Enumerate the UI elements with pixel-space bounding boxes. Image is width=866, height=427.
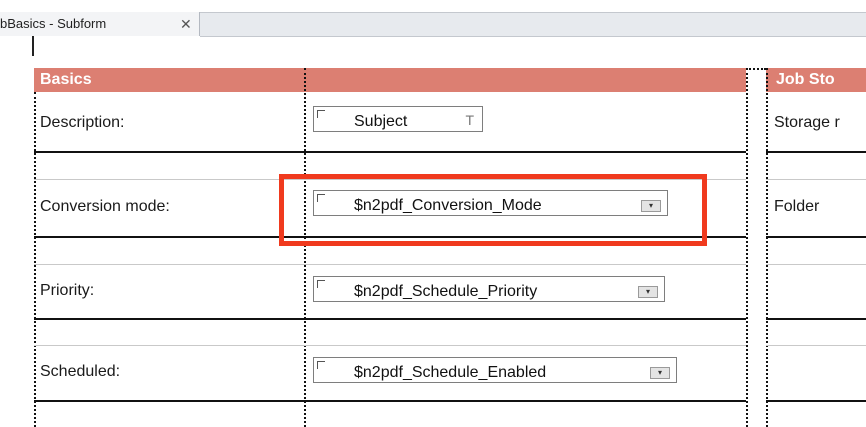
job-storage-section-header: Job Sto xyxy=(766,68,866,92)
conversion-mode-label: Conversion mode: xyxy=(40,198,170,215)
tab-strip-empty-area xyxy=(200,12,866,37)
row-divider xyxy=(34,151,746,153)
tab-label: bBasics - Subform xyxy=(0,16,107,31)
storage-label: Storage r xyxy=(774,114,840,131)
table-column-divider xyxy=(304,68,306,427)
tab-strip: bBasics - Subform ✕ xyxy=(0,0,866,37)
table-border-left xyxy=(34,92,36,427)
field-corner-marker xyxy=(317,110,325,118)
folder-label: Folder xyxy=(774,198,820,215)
close-icon[interactable]: ✕ xyxy=(180,12,192,36)
row-divider xyxy=(34,400,746,402)
highlight-box xyxy=(279,174,707,246)
text-cursor xyxy=(32,36,34,56)
schedule-enabled-dropdown[interactable]: $n2pdf_Schedule_Enabled ▾ xyxy=(313,357,677,383)
table-gap-top xyxy=(746,68,766,70)
subject-field[interactable]: Subject T xyxy=(313,106,483,132)
row-divider xyxy=(766,151,866,153)
field-name: Subject xyxy=(354,113,408,130)
row-divider-thin xyxy=(766,179,866,180)
field-corner-marker xyxy=(317,280,325,288)
row-divider xyxy=(34,318,746,320)
tab-basics-subform[interactable]: bBasics - Subform ✕ xyxy=(0,12,200,36)
row-divider-thin xyxy=(34,264,746,265)
priority-label: Priority: xyxy=(40,282,95,299)
row-divider xyxy=(766,318,866,320)
dropdown-arrow-icon[interactable]: ▾ xyxy=(650,367,670,379)
dropdown-arrow-icon[interactable]: ▾ xyxy=(638,286,658,298)
field-corner-marker xyxy=(317,361,325,369)
row-divider xyxy=(766,236,866,238)
row-divider-thin xyxy=(34,345,746,346)
schedule-priority-dropdown[interactable]: $n2pdf_Schedule_Priority ▾ xyxy=(313,276,665,302)
basics-section-header: Basics xyxy=(34,68,746,92)
row-divider-thin xyxy=(766,345,866,346)
description-label: Description: xyxy=(40,114,125,131)
table-border-job-section xyxy=(766,68,768,427)
row-divider-thin xyxy=(766,264,866,265)
field-name: $n2pdf_Schedule_Enabled xyxy=(354,364,547,381)
row-divider xyxy=(766,400,866,402)
scheduled-label: Scheduled: xyxy=(40,363,121,380)
text-field-icon: T xyxy=(465,112,474,128)
field-name: $n2pdf_Schedule_Priority xyxy=(354,283,538,300)
table-column-divider-right xyxy=(746,68,748,427)
